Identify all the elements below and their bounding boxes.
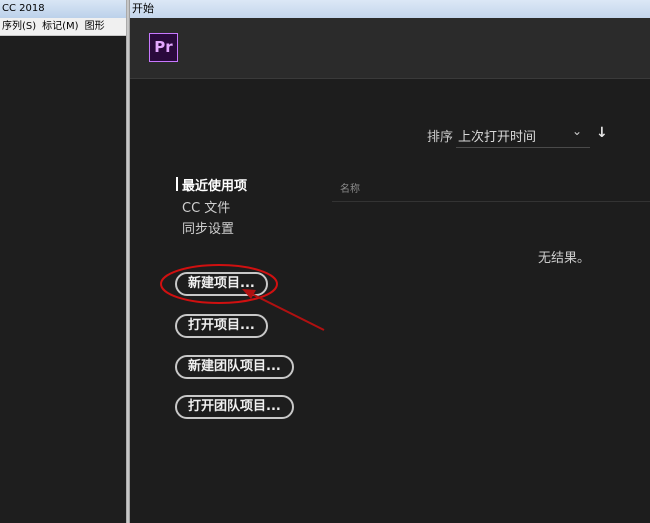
column-header-name[interactable]: 名称 bbox=[340, 180, 360, 195]
open-team-project-button[interactable]: 打开团队项目... bbox=[175, 395, 294, 419]
recent-list-header: 名称 bbox=[332, 175, 650, 202]
premiere-logo: Pr bbox=[149, 33, 178, 62]
nav-active-indicator bbox=[176, 177, 178, 191]
menu-sequence[interactable]: 序列(S) bbox=[2, 18, 36, 35]
background-menubar: 序列(S) 标记(M) 图形 bbox=[0, 18, 128, 36]
start-dialog-title: 开始 bbox=[130, 0, 650, 18]
nav-item-sync-settings[interactable]: 同步设置 bbox=[182, 218, 234, 237]
open-project-button[interactable]: 打开项目... bbox=[175, 314, 268, 338]
menu-markers[interactable]: 标记(M) bbox=[42, 18, 78, 35]
start-dialog-header: Pr bbox=[130, 18, 650, 79]
arrow-down-icon[interactable]: ↓ bbox=[596, 125, 608, 141]
sort-value: 上次打开时间 bbox=[458, 130, 537, 145]
start-dialog-body: 排序 上次打开时间 ⌄ ↓ 最近使用项 CC 文件 同步设置 名称 无结果。 新… bbox=[130, 79, 650, 523]
empty-results-message: 无结果。 bbox=[538, 251, 591, 266]
new-project-button[interactable]: 新建项目... bbox=[175, 272, 268, 296]
sort-label: 排序 bbox=[427, 130, 454, 145]
sort-select[interactable]: 上次打开时间 ⌄ bbox=[456, 122, 590, 148]
background-panel bbox=[0, 37, 126, 523]
menu-graphics[interactable]: 图形 bbox=[85, 18, 105, 35]
nav-item-recent[interactable]: 最近使用项 bbox=[182, 175, 247, 194]
new-team-project-button[interactable]: 新建团队项目... bbox=[175, 355, 294, 379]
background-window-title: CC 2018 bbox=[0, 0, 128, 18]
chevron-down-icon[interactable]: ⌄ bbox=[572, 124, 582, 138]
nav-item-cc-files[interactable]: CC 文件 bbox=[182, 197, 230, 216]
